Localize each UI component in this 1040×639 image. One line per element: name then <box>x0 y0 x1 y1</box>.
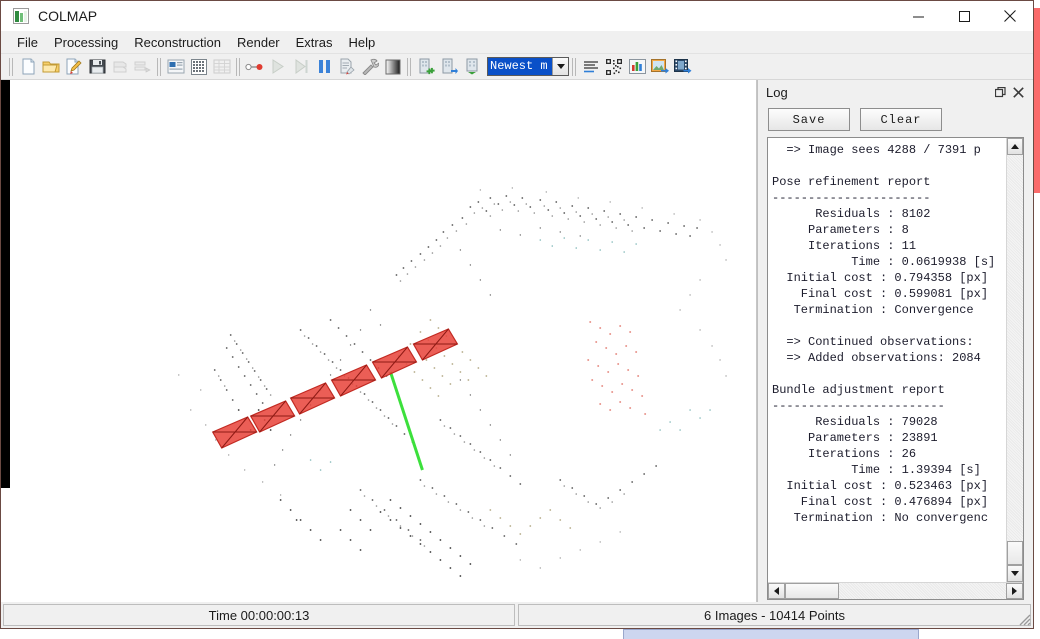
menu-file[interactable]: File <box>9 33 46 52</box>
close-icon[interactable] <box>1009 83 1027 101</box>
toolbar-handle-2[interactable] <box>155 57 164 77</box>
toolbar-handle-4[interactable] <box>405 57 414 77</box>
menu-bar: File Processing Reconstruction Render Ex… <box>1 31 1033 54</box>
next-model-button[interactable] <box>438 56 460 78</box>
log-vertical-scrollbar[interactable] <box>1006 138 1023 582</box>
start-reconstruction-button[interactable] <box>244 56 266 78</box>
dense-reconstruction-button[interactable] <box>382 56 404 78</box>
log-panel-header: Log <box>758 80 1033 104</box>
window-controls <box>895 1 1033 31</box>
scroll-down-arrow-icon[interactable] <box>1007 565 1023 582</box>
reconstruct-play-button[interactable] <box>267 56 289 78</box>
menu-help[interactable]: Help <box>340 33 383 52</box>
scroll-right-arrow-icon[interactable] <box>1006 583 1023 599</box>
save-project-button[interactable] <box>86 56 108 78</box>
bundle-adjustment-button[interactable] <box>359 56 381 78</box>
status-model-stats: 6 Images - 10414 Points <box>518 604 1031 626</box>
grab-image-button[interactable] <box>649 56 671 78</box>
menu-reconstruction[interactable]: Reconstruction <box>126 33 229 52</box>
screen: COLMAP File Processing Reconstruction Re… <box>0 0 1040 639</box>
log-clear-button[interactable]: Clear <box>860 108 942 131</box>
main-toolbar: Newest m <box>1 54 1033 80</box>
status-time: Time 00:00:00:13 <box>3 604 515 626</box>
show-model-statistics-button[interactable] <box>626 56 648 78</box>
merge-models-button[interactable] <box>461 56 483 78</box>
database-management-button[interactable] <box>211 56 233 78</box>
maximize-button[interactable] <box>941 1 987 31</box>
new-project-button[interactable] <box>17 56 39 78</box>
colmap-logo-icon <box>13 8 29 24</box>
chevron-down-icon[interactable] <box>552 58 568 75</box>
toolbar-handle-1[interactable] <box>7 57 16 77</box>
model-select[interactable]: Newest m <box>487 57 569 76</box>
menu-processing[interactable]: Processing <box>46 33 126 52</box>
model-viewer[interactable] <box>1 80 757 602</box>
status-bar: Time 00:00:00:13 6 Images - 10414 Points <box>1 602 1033 628</box>
edit-project-button[interactable] <box>63 56 85 78</box>
show-match-matrix-button[interactable] <box>603 56 625 78</box>
undock-icon[interactable] <box>991 83 1009 101</box>
log-panel-title: Log <box>766 84 788 100</box>
log-vscroll-track[interactable] <box>1007 155 1023 565</box>
main-body: Log Save Clear => Image sees 4288 / 7391… <box>1 80 1033 602</box>
reconstruct-step-button[interactable] <box>290 56 312 78</box>
log-text-container: => Image sees 4288 / 7391 p Pose refinem… <box>767 137 1024 600</box>
import-model-button[interactable] <box>109 56 131 78</box>
left-black-strip <box>1 80 10 488</box>
window-title: COLMAP <box>38 8 98 24</box>
add-model-button[interactable] <box>415 56 437 78</box>
taskbar-window-peek[interactable] <box>623 629 919 639</box>
log-save-button[interactable]: Save <box>768 108 850 131</box>
log-text-inner: => Image sees 4288 / 7391 p Pose refinem… <box>768 138 1023 582</box>
log-panel: Log Save Clear => Image sees 4288 / 7391… <box>757 80 1033 602</box>
menu-render[interactable]: Render <box>229 33 288 52</box>
minimize-button[interactable] <box>895 1 941 31</box>
show-log-button[interactable] <box>580 56 602 78</box>
feature-extraction-button[interactable] <box>165 56 187 78</box>
title-bar: COLMAP <box>1 1 1033 31</box>
close-button[interactable] <box>987 1 1033 31</box>
log-hscroll-track[interactable] <box>785 583 1006 599</box>
log-output-text: => Image sees 4288 / 7391 p Pose refinem… <box>772 143 996 525</box>
pause-reconstruction-button[interactable] <box>313 56 335 78</box>
point-cloud-canvas <box>1 80 756 602</box>
export-model-button[interactable] <box>132 56 154 78</box>
menu-extras[interactable]: Extras <box>288 33 341 52</box>
log-button-row: Save Clear <box>758 104 1033 137</box>
log-hscroll-thumb[interactable] <box>785 583 839 599</box>
feature-matching-button[interactable] <box>188 56 210 78</box>
reconstruction-options-button[interactable] <box>336 56 358 78</box>
resize-grip-icon[interactable] <box>1017 612 1031 626</box>
scroll-up-arrow-icon[interactable] <box>1007 138 1023 155</box>
colmap-main-window: COLMAP File Processing Reconstruction Re… <box>0 0 1034 629</box>
log-horizontal-scrollbar[interactable] <box>768 582 1023 599</box>
scroll-left-arrow-icon[interactable] <box>768 583 785 599</box>
log-vscroll-thumb[interactable] <box>1007 541 1023 565</box>
toolbar-handle-3[interactable] <box>234 57 243 77</box>
model-select-value: Newest m <box>488 58 552 75</box>
grab-movie-button[interactable] <box>672 56 694 78</box>
toolbar-handle-5[interactable] <box>570 57 579 77</box>
open-project-button[interactable] <box>40 56 62 78</box>
